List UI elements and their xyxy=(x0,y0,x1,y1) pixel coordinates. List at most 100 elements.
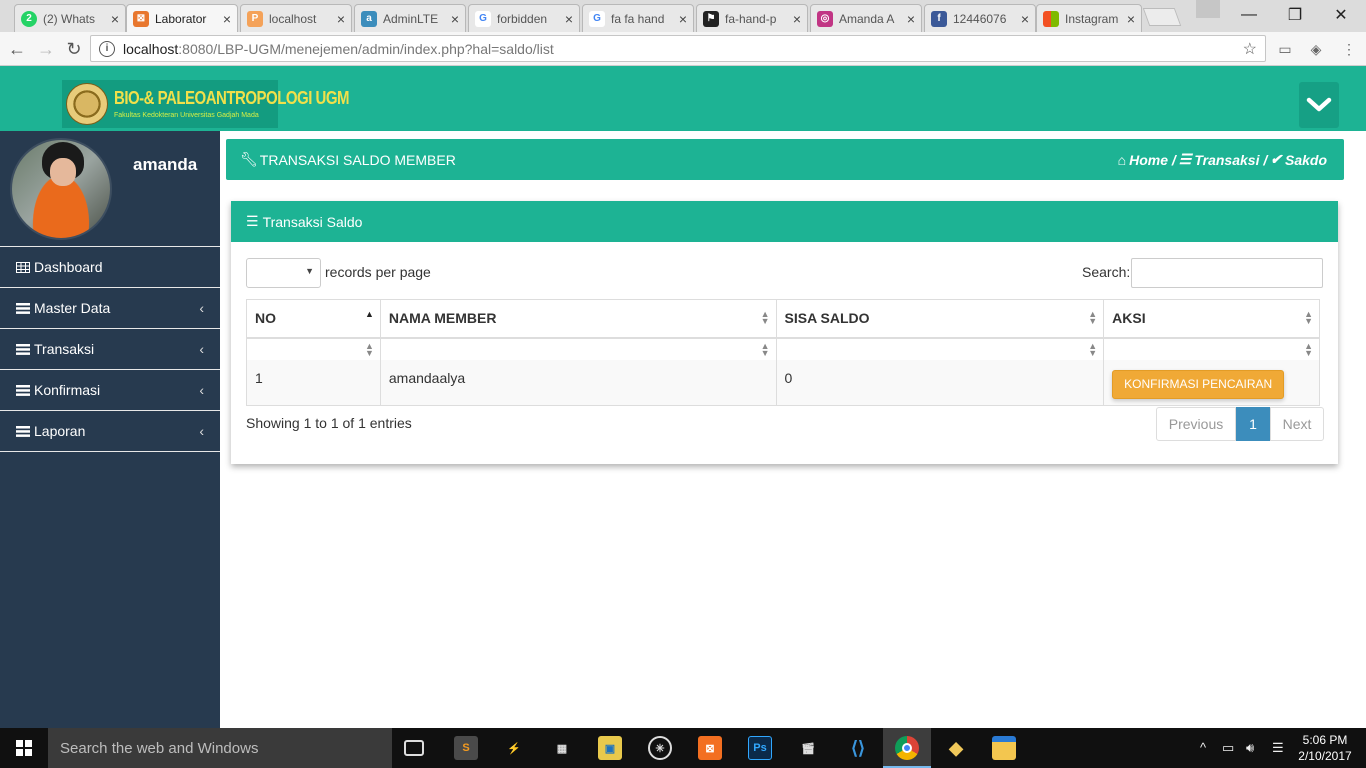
minimize-button[interactable]: — xyxy=(1226,0,1272,30)
address-bar[interactable]: i localhost :8080/LBP-UGM/menejemen/admi… xyxy=(90,35,1266,62)
forward-button[interactable]: → xyxy=(35,38,57,60)
list-icon: ☰ xyxy=(1178,151,1192,167)
cast-icon[interactable]: ▭ xyxy=(1276,40,1294,58)
close-window-button[interactable]: ✕ xyxy=(1318,0,1364,30)
browser-tab[interactable]: Instagram × xyxy=(1036,4,1142,32)
browser-tab[interactable]: G fa fa hand × xyxy=(582,4,694,32)
tab-title: 12446076 xyxy=(953,11,1007,26)
taskbar-search-box[interactable]: Search the web and Windows xyxy=(48,728,392,768)
chrome-icon[interactable] xyxy=(895,736,919,760)
browser-tab[interactable]: f 12446076 × xyxy=(924,4,1036,32)
folder-sync-icon[interactable]: ◆ xyxy=(944,736,968,760)
spreadsheet-icon[interactable]: ▦ xyxy=(550,736,574,760)
sidebar-item-dashboard[interactable]: Dashboard xyxy=(0,247,220,288)
browser-tab[interactable]: G forbidden × xyxy=(468,4,580,32)
taskbar-clock[interactable]: 5:06 PM 2/10/2017 xyxy=(1296,732,1354,764)
start-button[interactable] xyxy=(0,728,48,768)
app-launcher-icon[interactable]: ⚡ xyxy=(502,736,526,760)
breadcrumb-home[interactable]: Home / xyxy=(1129,152,1176,168)
column-header-no[interactable]: NO ▲▼ xyxy=(246,299,381,339)
list-icon xyxy=(16,302,30,314)
close-icon[interactable]: × xyxy=(451,11,459,27)
app-header: BIO-& PALEOANTROPOLOGI UGM Fakultas Kedo… xyxy=(0,66,1366,131)
column-label: NO xyxy=(255,310,276,327)
close-icon[interactable]: × xyxy=(1127,11,1135,27)
close-icon[interactable]: × xyxy=(907,11,915,27)
file-explorer-icon[interactable] xyxy=(992,736,1016,760)
filter-cell[interactable]: ▲ ▼ xyxy=(379,337,777,360)
pagination-page-1[interactable]: 1 xyxy=(1236,407,1270,441)
vscode-icon[interactable]: ⟨⟩ xyxy=(846,736,870,760)
header-toggle-button[interactable] xyxy=(1299,82,1339,128)
filter-cell[interactable]: ▲ ▼ xyxy=(1103,337,1320,360)
list-icon xyxy=(16,425,30,437)
caret-down-icon: ▼ xyxy=(305,266,314,276)
url-host: localhost xyxy=(123,40,179,57)
task-view-icon[interactable] xyxy=(404,740,424,756)
logo-title: BIO-& PALEOANTROPOLOGI UGM xyxy=(114,87,350,109)
close-icon[interactable]: × xyxy=(1021,11,1029,27)
sidebar-item-master-data[interactable]: Master Data ‹ xyxy=(0,288,220,329)
browser-tab[interactable]: a AdminLTE × xyxy=(354,4,466,32)
filter-cell[interactable]: ▲ ▼ xyxy=(246,337,381,360)
network-icon[interactable]: ✳ xyxy=(648,736,672,760)
sidebar-item-transaksi[interactable]: Transaksi ‹ xyxy=(0,329,220,370)
page-title-text: TRANSAKSI SALDO MEMBER xyxy=(259,151,456,168)
restore-button[interactable]: ❐ xyxy=(1272,0,1318,30)
back-button[interactable]: ← xyxy=(6,38,28,60)
sort-asc-icon: ▲▼ xyxy=(364,309,374,319)
microsoft-icon xyxy=(1043,10,1059,27)
windows-taskbar: Search the web and Windows S ⚡ ▦ ▣ ✳ ⊠ P… xyxy=(0,728,1366,768)
volume-icon[interactable]: 🔊︎ xyxy=(1246,740,1254,756)
sort-icon: ▲ ▼ xyxy=(760,309,770,326)
close-icon[interactable]: × xyxy=(679,11,687,27)
search-input[interactable] xyxy=(1131,258,1323,288)
new-tab-button[interactable] xyxy=(1142,8,1182,26)
battery-icon[interactable]: ▭ xyxy=(1222,740,1234,756)
list-icon xyxy=(16,343,30,355)
pagination-next[interactable]: Next xyxy=(1270,407,1324,441)
filter-cell[interactable]: ▲ ▼ xyxy=(775,337,1105,360)
breadcrumb-transaksi[interactable]: Transaksi / xyxy=(1194,152,1267,168)
browser-tab[interactable]: ⚑ fa-hand-p × xyxy=(696,4,808,32)
browser-tab[interactable]: P localhost × xyxy=(240,4,352,32)
close-icon[interactable]: × xyxy=(337,11,345,27)
sidebar-item-laporan[interactable]: Laporan ‹ xyxy=(0,411,220,452)
browser-tab[interactable]: ◎ Amanda A × xyxy=(810,4,922,32)
adminlte-icon: a xyxy=(361,10,377,27)
sublime-text-icon[interactable]: S xyxy=(454,736,478,760)
reload-button[interactable]: ↻ xyxy=(63,38,85,60)
konfirmasi-pencairan-button[interactable]: KONFIRMASI PENCAIRAN xyxy=(1112,369,1285,399)
sidebar-item-konfirmasi[interactable]: Konfirmasi ‹ xyxy=(0,370,220,411)
saldo-table: NO ▲▼ NAMA MEMBER ▲▼ SISA SALDO ▲▼ AKSI … xyxy=(246,299,1320,406)
extension-icon[interactable]: ◈ xyxy=(1307,40,1325,58)
column-header-nama-member[interactable]: NAMA MEMBER ▲ ▼ xyxy=(379,299,777,339)
bookmark-star-icon[interactable]: ☆ xyxy=(1243,39,1257,59)
column-header-sisa-saldo[interactable]: SISA SALDO ▲ ▼ xyxy=(775,299,1105,339)
logo[interactable]: BIO-& PALEOANTROPOLOGI UGM Fakultas Kedo… xyxy=(62,80,350,128)
records-per-page-select[interactable]: ▼ xyxy=(246,258,321,288)
close-icon[interactable]: × xyxy=(111,11,119,27)
close-icon[interactable]: × xyxy=(565,11,573,27)
video-editor-icon[interactable]: 🎬︎ xyxy=(796,736,820,760)
close-icon[interactable]: × xyxy=(793,11,801,27)
browser-tab-active[interactable]: ⊠ Laborator × xyxy=(126,4,238,32)
info-icon[interactable]: i xyxy=(99,40,115,57)
user-name: amanda xyxy=(133,155,198,174)
paint-icon[interactable]: ▣ xyxy=(598,736,622,760)
browser-tab[interactable]: 2 (2) Whats × xyxy=(14,4,126,32)
photoshop-icon[interactable]: Ps xyxy=(748,736,772,760)
instagram-icon: ◎ xyxy=(817,10,833,27)
notification-icon[interactable]: ☰ xyxy=(1272,740,1284,756)
xampp-icon[interactable]: ⊠ xyxy=(698,736,722,760)
sidebar: amanda Dashboard Master Data ‹ Transaksi… xyxy=(0,131,220,728)
pagination-previous[interactable]: Previous xyxy=(1156,407,1236,441)
chevron-up-icon[interactable]: ^ xyxy=(1200,740,1206,755)
tab-title: localhost xyxy=(269,11,317,26)
sidebar-menu: Dashboard Master Data ‹ Transaksi ‹ Konf… xyxy=(0,247,220,452)
close-icon[interactable]: × xyxy=(223,11,231,27)
tab-title: (2) Whats xyxy=(43,11,96,26)
column-header-aksi[interactable]: AKSI ▲ ▼ xyxy=(1103,299,1320,339)
menu-dots-icon[interactable]: ⋮ xyxy=(1340,40,1358,58)
profile-icon[interactable] xyxy=(1196,0,1220,18)
